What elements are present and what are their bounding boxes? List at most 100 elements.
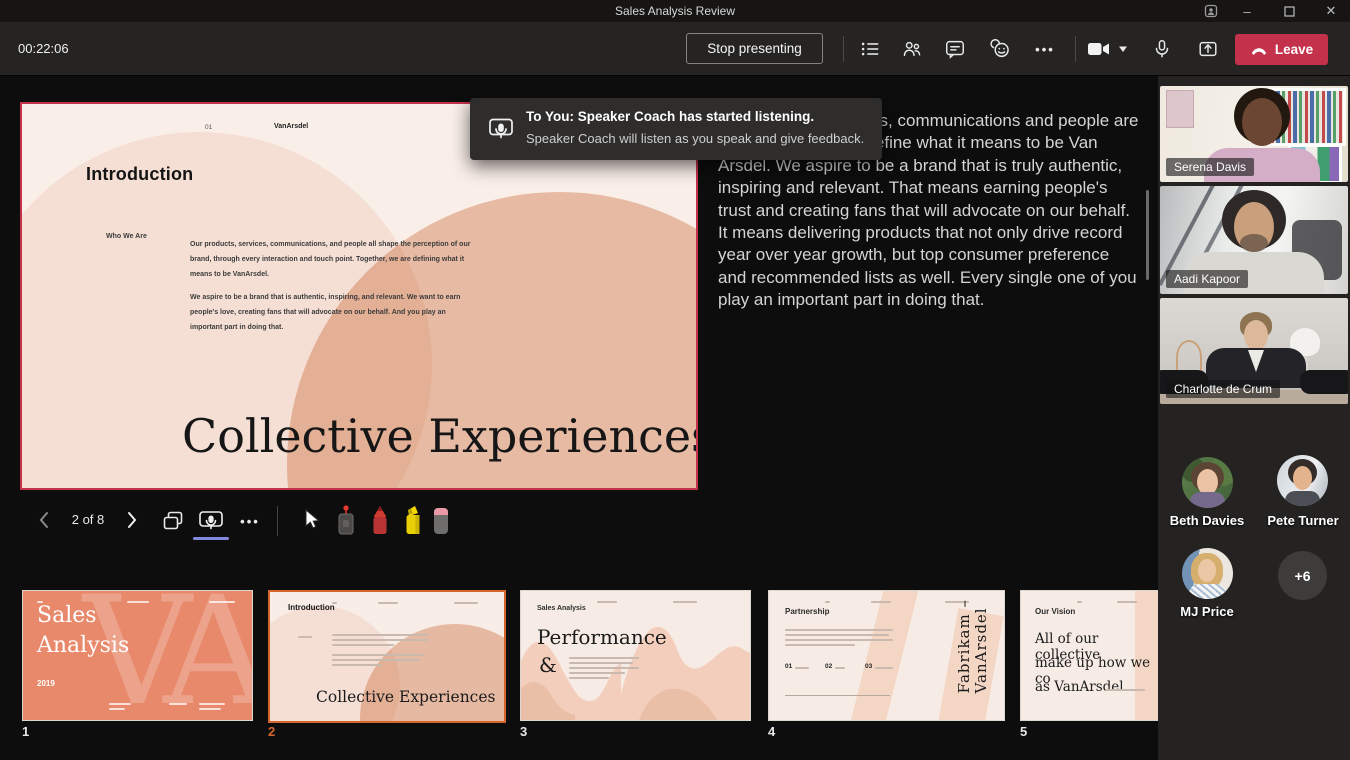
previous-slide-button[interactable] xyxy=(34,508,54,532)
minimize-button[interactable]: – xyxy=(1232,0,1262,22)
pen-tool-button[interactable] xyxy=(368,504,392,536)
thumbnail-title: Performance xyxy=(537,625,667,649)
micro-text xyxy=(169,703,187,705)
participant-name-label: Serena Davis xyxy=(1166,158,1254,176)
maximize-button[interactable] xyxy=(1274,0,1304,22)
meeting-toolbar: 00:22:06 Stop presenting xyxy=(0,22,1350,76)
laser-pointer-tool-button[interactable] xyxy=(334,504,358,536)
highlighter-tool-button[interactable] xyxy=(400,504,426,536)
chat-button[interactable] xyxy=(943,37,967,61)
thumbnail-vertical-title: Fabrikam – VanArsdel xyxy=(956,599,990,693)
person-face xyxy=(1242,98,1282,146)
more-dots-icon: ••• xyxy=(1035,42,1055,57)
eraser-tool-button[interactable] xyxy=(428,504,454,536)
person-face xyxy=(1244,320,1268,350)
thumbnail-number-active: 2 xyxy=(268,724,275,739)
micro-text xyxy=(785,634,889,636)
presented-slide[interactable]: 01 VanArsdel Introduction Who We Are Our… xyxy=(20,102,698,490)
participant-name-label: Charlotte de Crum xyxy=(1166,380,1280,398)
speaker-coach-toast[interactable]: To You: Speaker Coach has started listen… xyxy=(470,98,882,160)
avatar-pete-turner[interactable] xyxy=(1277,455,1328,506)
people-icon xyxy=(901,38,923,60)
laser-pointer-icon xyxy=(335,504,357,536)
slide-body-paragraph: We aspire to be a brand that is authenti… xyxy=(190,290,472,335)
foreground-chair xyxy=(1300,370,1348,394)
micro-text xyxy=(199,703,225,705)
chat-icon xyxy=(944,38,966,60)
micro-text xyxy=(332,659,420,661)
close-button[interactable]: ✕ xyxy=(1316,0,1346,22)
next-slide-button[interactable] xyxy=(122,508,142,532)
micro-text xyxy=(875,667,893,669)
micro-text xyxy=(569,662,633,664)
overflow-count: +6 xyxy=(1295,568,1311,584)
thumbnail-heading: Our Vision xyxy=(1035,607,1075,616)
notes-line: play an important part in doing that. xyxy=(718,289,1148,311)
chevron-down-icon xyxy=(1118,45,1128,53)
thumbnail-slide-4[interactable]: Partnership 01 02 03 Fabrikam – VanArsde… xyxy=(768,590,1005,721)
notes-line: inspiring and relevant. That means earni… xyxy=(718,177,1148,199)
more-dots-icon: ••• xyxy=(240,514,260,529)
participant-name-label: Aadi Kapoor xyxy=(1166,270,1248,288)
micro-text xyxy=(109,708,125,710)
thumbnail-slide-1[interactable]: VA Sales Analysis 2019 xyxy=(22,590,253,721)
avatar-name-label: Pete Turner xyxy=(1253,513,1350,528)
leave-button[interactable]: Leave xyxy=(1235,34,1328,65)
nav-more-button[interactable]: ••• xyxy=(236,508,264,534)
speaker-coach-icon xyxy=(197,509,225,533)
toolbar-divider xyxy=(843,36,844,62)
slide-kicker: Who We Are xyxy=(106,233,147,240)
video-tile-aadi[interactable]: Aadi Kapoor xyxy=(1160,186,1348,294)
eraser-icon xyxy=(429,504,453,536)
step-label: 01 xyxy=(785,663,792,670)
meeting-timer: 00:22:06 xyxy=(18,22,69,76)
red-pen-icon xyxy=(369,504,391,536)
toast-subtitle: Speaker Coach will listen as you speak a… xyxy=(526,131,864,146)
participants-button[interactable] xyxy=(900,37,924,61)
thumbnail-title: Collective Experiences xyxy=(316,688,495,706)
person-body xyxy=(1189,584,1226,599)
avatar-beth-davies[interactable] xyxy=(1182,457,1233,508)
micro-text xyxy=(569,667,639,669)
teams-meeting-window: Sales Analysis Review – ✕ 00:22:06 Stop … xyxy=(0,0,1350,760)
micro-text xyxy=(825,601,830,603)
thumbnail-kicker: Sales Analysis xyxy=(537,605,586,612)
thumbnail-ampersand: & xyxy=(539,653,557,677)
micro-text xyxy=(298,636,312,638)
slides-stack-icon xyxy=(161,509,185,533)
title-line: Analysis xyxy=(37,633,129,658)
speaker-coach-button[interactable] xyxy=(196,508,226,534)
agenda-button[interactable] xyxy=(858,37,882,61)
camera-options-button[interactable] xyxy=(1117,37,1129,61)
thumbnail-slide-3[interactable]: Sales Analysis Performance & xyxy=(520,590,751,721)
micro-text xyxy=(569,672,625,674)
video-tile-charlotte[interactable]: Charlotte de Crum xyxy=(1160,298,1348,404)
speaker-coach-icon xyxy=(487,115,515,143)
thumbnail-number: 3 xyxy=(520,724,527,739)
micro-text xyxy=(454,602,478,604)
all-slides-button[interactable] xyxy=(160,508,186,534)
notes-line: It means delivering products that not on… xyxy=(718,222,1148,244)
thumbnail-slide-2-selected[interactable]: Introduction Collective Experiences xyxy=(268,590,506,723)
notes-scrollbar[interactable] xyxy=(1146,190,1149,280)
cursor-tool-button[interactable] xyxy=(302,507,322,533)
hang-up-icon xyxy=(1250,44,1268,56)
micro-text xyxy=(1117,601,1137,603)
share-tray-button[interactable] xyxy=(1196,37,1220,61)
thumbnail-slide-5[interactable]: Our Vision All of our collective make up… xyxy=(1020,590,1159,721)
avatar-mj-price[interactable] xyxy=(1182,548,1233,599)
micro-text xyxy=(569,657,639,659)
thumbnail-title: Sales Analysis xyxy=(37,601,129,661)
video-tile-serena[interactable]: Serena Davis xyxy=(1160,86,1348,182)
app-window-icon[interactable] xyxy=(1196,0,1226,22)
step-label: 03 xyxy=(865,663,872,670)
more-options-button[interactable]: ••• xyxy=(1033,37,1057,61)
overflow-participants-button[interactable]: +6 xyxy=(1278,551,1327,600)
camera-button[interactable] xyxy=(1086,37,1112,61)
microphone-button[interactable] xyxy=(1150,37,1174,61)
stop-presenting-button[interactable]: Stop presenting xyxy=(686,33,823,64)
thumbnail-year: 2019 xyxy=(37,679,55,688)
table-decoration xyxy=(1176,340,1202,374)
thumbnail-number: 4 xyxy=(768,724,775,739)
reactions-button[interactable] xyxy=(988,37,1012,61)
